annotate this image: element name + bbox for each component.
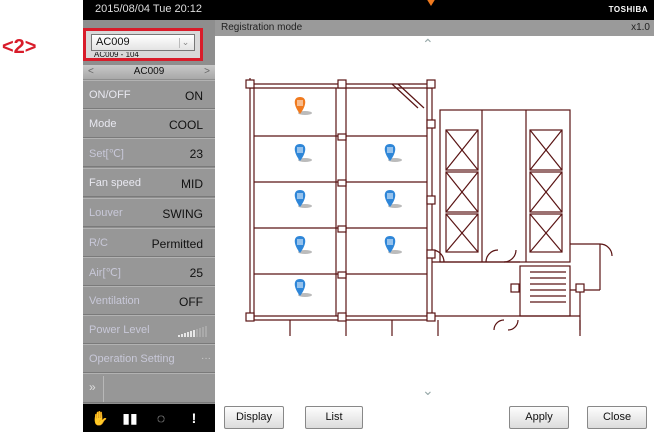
ac-unit-marker[interactable] [294, 97, 312, 115]
ac-unit-marker[interactable] [384, 144, 402, 162]
ac-unit-marker[interactable] [294, 190, 312, 208]
ac-unit-marker[interactable] [294, 279, 312, 297]
marker-layer [294, 97, 402, 297]
ac-unit-marker[interactable] [294, 144, 312, 162]
apply-button[interactable]: Apply [509, 406, 569, 429]
floor-plan [245, 78, 613, 336]
close-button[interactable]: Close [587, 406, 647, 429]
scroll-up-icon[interactable]: ⌃ [422, 36, 434, 53]
app-screen: <2> 2015/08/04 Tue 20:12 TOSHIBA Registr… [0, 0, 654, 432]
ac-unit-marker[interactable] [384, 236, 402, 254]
ac-unit-marker[interactable] [294, 236, 312, 254]
display-button[interactable]: Display [224, 406, 284, 429]
list-button[interactable]: List [305, 406, 363, 429]
ac-unit-marker[interactable] [384, 190, 402, 208]
scroll-down-icon[interactable]: ⌄ [422, 382, 434, 399]
